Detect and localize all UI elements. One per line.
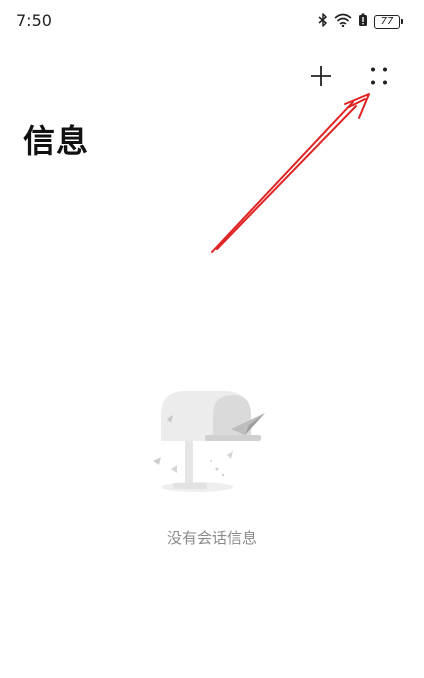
battery-saver-icon — [358, 12, 368, 31]
more-dots-icon — [371, 67, 387, 85]
status-time: 7:50 — [16, 11, 52, 30]
status-bar: 7:50 77 — [0, 0, 424, 44]
new-message-button[interactable] — [301, 56, 341, 96]
page-title: 信息 — [23, 122, 90, 160]
empty-state-message: 没有会话信息 — [166, 529, 257, 547]
status-icons: 77 — [318, 12, 403, 31]
annotation-arrow — [211, 93, 370, 253]
bluetooth-icon — [318, 12, 328, 31]
plus-icon — [311, 66, 331, 86]
more-options-button[interactable] — [359, 56, 399, 96]
battery-icon: 77 — [374, 14, 403, 29]
mailbox-illustration — [153, 391, 265, 492]
wifi-icon — [334, 12, 352, 31]
empty-state — [0, 385, 424, 509]
